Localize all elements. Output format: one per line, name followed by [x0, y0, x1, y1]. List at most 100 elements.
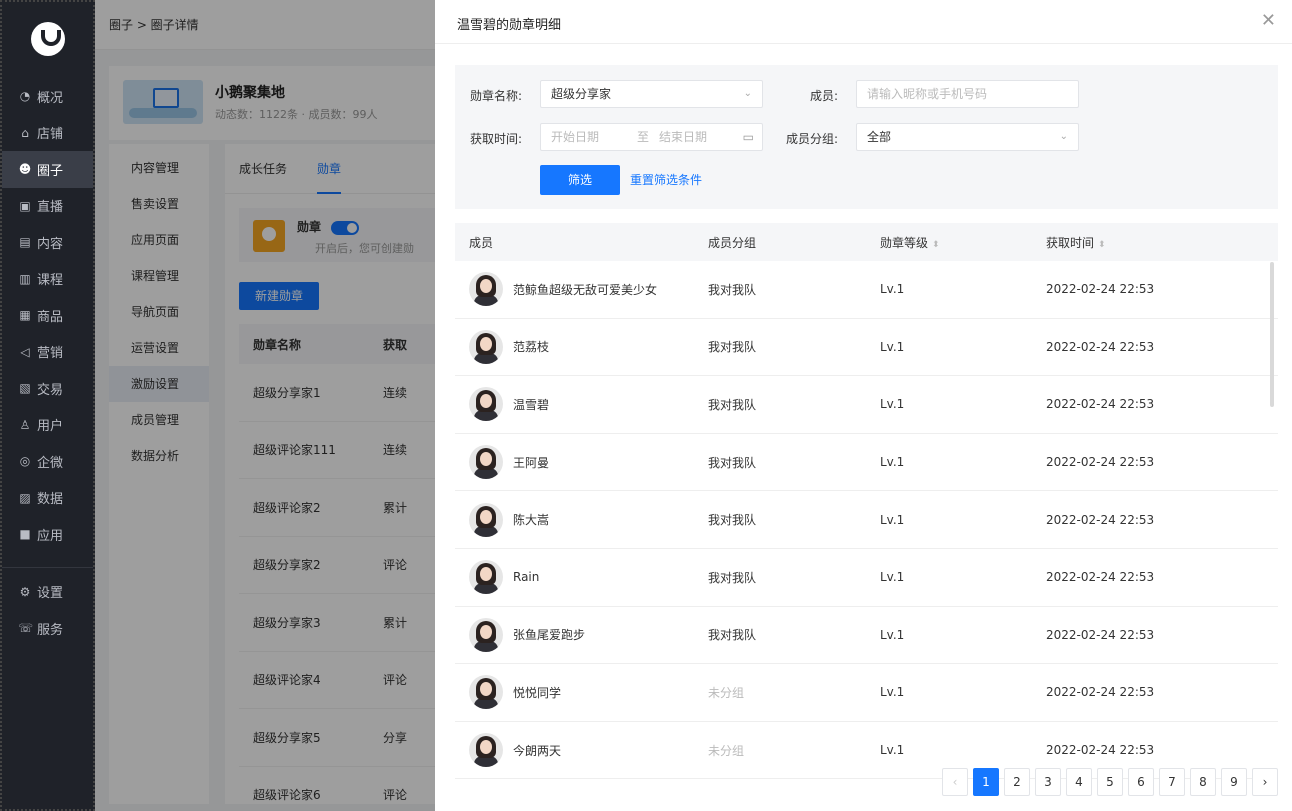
member-search-input[interactable]: 请输入昵称或手机号码: [856, 80, 1079, 108]
member-name: 王阿曼: [513, 455, 550, 470]
page-button-3[interactable]: 3: [1035, 768, 1061, 796]
nav-item-3[interactable]: ▣ 直播: [2, 188, 93, 225]
main-nav: ◔ 概况 ⌂ 店铺 ☻ 圈子 ▣ 直播 ▤ 内容 ▥ 课程 ▦ 商品 ◁ 营销 ▧ 交易 ♙ 用户 ◎ 企微 ▨ 数据 ■ 应用 …: [0, 0, 95, 811]
header-level-label: 勋章等级: [880, 235, 929, 250]
header-time-label: 获取时间: [1046, 235, 1095, 250]
nav-icon: ▨: [19, 490, 31, 505]
nav-item-label: 圈子: [37, 163, 64, 179]
nav-item-12[interactable]: ■ 应用: [2, 516, 93, 553]
obtain-time: 2022-02-24 22:53: [1046, 743, 1155, 758]
nav-item-6[interactable]: ▦ 商品: [2, 297, 93, 334]
member-badge-table: 成员 成员分组 勋章等级 ⬍ 获取时间 ⬍ 范鲸鱼超级无敌可爱美少女 我对我队 Lv.1…: [455, 223, 1278, 780]
avatar-body: [474, 698, 498, 710]
nav-icon: ⌂: [21, 125, 29, 140]
header-level[interactable]: 勋章等级 ⬍: [880, 234, 1046, 251]
avatar: [469, 502, 503, 537]
page-button-2[interactable]: 2: [1004, 768, 1030, 796]
next-page-button[interactable]: ›: [1252, 768, 1278, 796]
header-member: 成员: [469, 235, 494, 250]
reset-filter-link[interactable]: 重置筛选条件: [630, 165, 702, 195]
date-end: 结束日期: [659, 130, 708, 144]
member-group: 我对我队: [708, 340, 757, 355]
chevron-down-icon: ⌄: [1059, 131, 1068, 142]
date-start: 开始日期: [551, 130, 600, 144]
member-group: 我对我队: [708, 570, 757, 585]
prev-page-button[interactable]: ‹: [942, 768, 968, 796]
badge-name-value: 超级分享家: [551, 87, 612, 101]
page-button-4[interactable]: 4: [1066, 768, 1092, 796]
page-button-1[interactable]: 1: [973, 768, 999, 796]
filter-button[interactable]: 筛选: [540, 165, 620, 195]
table-row: Rain 我对我队 Lv.1 2022-02-24 22:53: [455, 549, 1278, 607]
badge-level: Lv.1: [880, 397, 905, 412]
header-group: 成员分组: [708, 235, 757, 250]
nav-item-1[interactable]: ⌂ 店铺: [2, 115, 93, 152]
pagination: ‹ 1 2 3 4 5 6 7 8 9 ›: [937, 768, 1278, 796]
nav-icon: ◎: [19, 454, 31, 469]
close-icon[interactable]: ✕: [1261, 12, 1276, 30]
member-group: 我对我队: [708, 628, 757, 643]
member-cell: Rain: [455, 560, 708, 595]
nav-bottom-item-1[interactable]: ☏ 服务: [2, 610, 93, 647]
table-row: 王阿曼 我对我队 Lv.1 2022-02-24 22:53: [455, 434, 1278, 492]
filter-panel: 勋章名称: 超级分享家 ⌄ 成员: 请输入昵称或手机号码 获取时间: 开始日期 …: [455, 65, 1278, 209]
group-value: 全部: [867, 130, 892, 144]
nav-item-2[interactable]: ☻ 圈子: [2, 151, 93, 188]
nav-item-11[interactable]: ▨ 数据: [2, 480, 93, 517]
badge-level: Lv.1: [880, 455, 905, 470]
header-time[interactable]: 获取时间 ⬍: [1046, 234, 1278, 251]
member-name: 今朗两天: [513, 743, 562, 758]
member-name: 温雪碧: [513, 397, 550, 412]
sort-icon[interactable]: ⬍: [932, 240, 940, 250]
nav-icon: ▥: [19, 271, 31, 286]
page-button-7[interactable]: 7: [1159, 768, 1185, 796]
nav-item-label: 用户: [37, 419, 64, 435]
table-row: 温雪碧 我对我队 Lv.1 2022-02-24 22:53: [455, 376, 1278, 434]
page-button-5[interactable]: 5: [1097, 768, 1123, 796]
member-cell: 陈大嵩: [455, 502, 708, 537]
page-button-6[interactable]: 6: [1128, 768, 1154, 796]
obtain-time: 2022-02-24 22:53: [1046, 570, 1155, 585]
badge-level: Lv.1: [880, 685, 905, 700]
page-button-9[interactable]: 9: [1221, 768, 1247, 796]
member-cell: 悦悦同学: [455, 675, 708, 710]
nav-item-0[interactable]: ◔ 概况: [2, 78, 93, 115]
obtain-time: 2022-02-24 22:53: [1046, 455, 1155, 470]
nav-item-4[interactable]: ▤ 内容: [2, 224, 93, 261]
avatar: [469, 675, 503, 710]
nav-item-9[interactable]: ♙ 用户: [2, 407, 93, 444]
date-range-picker[interactable]: 开始日期 至 结束日期 ▭: [540, 123, 763, 151]
badge-detail-drawer: 温雪碧的勋章明细 ✕ 勋章名称: 超级分享家 ⌄ 成员: 请输入昵称或手机号码 …: [435, 0, 1292, 811]
page-button-8[interactable]: 8: [1190, 768, 1216, 796]
member-group: 我对我队: [708, 397, 757, 412]
member-group: 我对我队: [708, 513, 757, 528]
badge-level: Lv.1: [880, 570, 905, 585]
table-scrollbar[interactable]: [1270, 262, 1274, 407]
nav-item-10[interactable]: ◎ 企微: [2, 443, 93, 480]
calendar-icon: ▭: [742, 130, 754, 144]
sort-icon[interactable]: ⬍: [1098, 240, 1106, 250]
nav-item-label: 直播: [37, 200, 64, 216]
nav-bottom-item-0[interactable]: ⚙ 设置: [2, 574, 93, 611]
member-name: Rain: [513, 570, 540, 585]
nav-item-label: 店铺: [37, 127, 64, 143]
nav-item-8[interactable]: ▧ 交易: [2, 370, 93, 407]
member-group: 未分组: [708, 743, 745, 758]
app-logo[interactable]: [30, 22, 65, 56]
table-row: 悦悦同学 未分组 Lv.1 2022-02-24 22:53: [455, 664, 1278, 722]
group-select[interactable]: 全部 ⌄: [856, 123, 1079, 151]
nav-item-7[interactable]: ◁ 营销: [2, 334, 93, 371]
nav-icon: ▦: [19, 308, 31, 323]
member-cell: 范荔枝: [455, 329, 708, 364]
badge-name-select[interactable]: 超级分享家 ⌄: [540, 80, 763, 108]
avatar: [469, 733, 503, 768]
obtain-time: 2022-02-24 22:53: [1046, 397, 1155, 412]
member-cell: 张鱼尾爱跑步: [455, 617, 708, 652]
nav-divider: [2, 566, 93, 568]
nav-item-label: 商品: [37, 309, 64, 325]
member-name: 陈大嵩: [513, 513, 550, 528]
nav-item-5[interactable]: ▥ 课程: [2, 261, 93, 298]
badge-level: Lv.1: [880, 743, 905, 758]
nav-icon: ♙: [19, 417, 31, 432]
avatar: [469, 560, 503, 595]
